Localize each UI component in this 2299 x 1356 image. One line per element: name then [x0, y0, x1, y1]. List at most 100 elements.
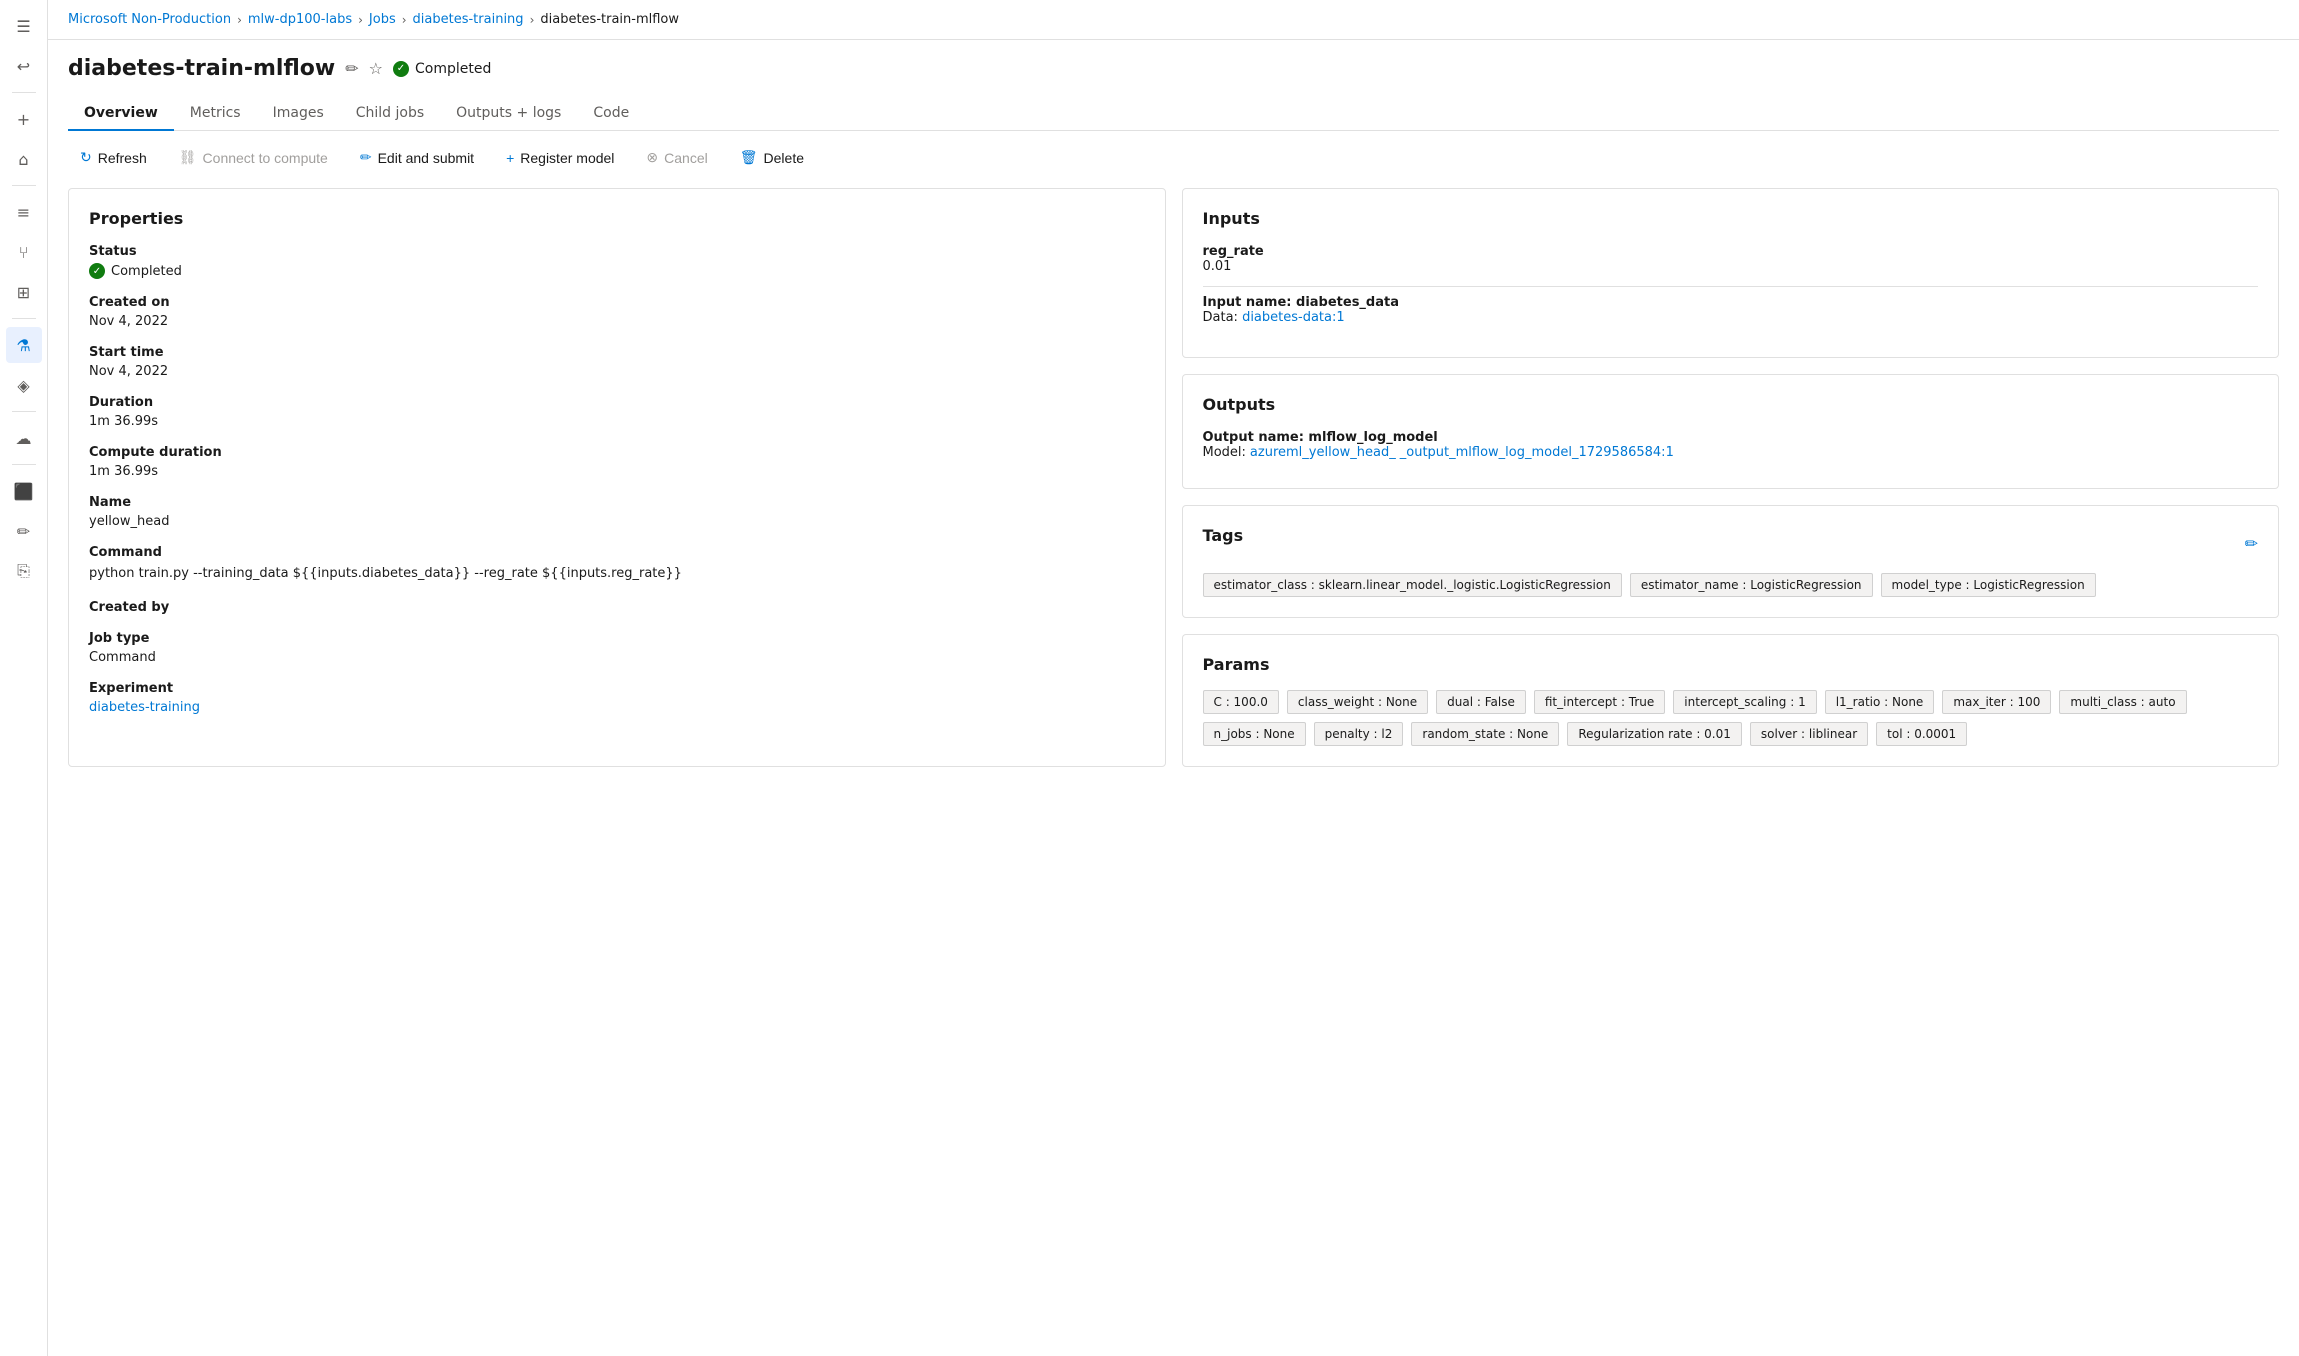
experiment-icon[interactable]: ⚗: [6, 327, 42, 363]
create-icon[interactable]: +: [6, 101, 42, 137]
breadcrumb-jobs[interactable]: Jobs: [369, 12, 396, 27]
input-data-row: Data: diabetes-data:1: [1203, 310, 2259, 325]
output-model-label: Model:: [1203, 445, 1246, 460]
param-chip-7: multi_class : auto: [2059, 690, 2186, 714]
tab-child-jobs[interactable]: Child jobs: [340, 97, 440, 131]
status-badge: ✓ Completed: [393, 61, 491, 77]
prop-status: Status ✓ Completed: [89, 244, 1145, 279]
delete-icon: 🗑: [740, 149, 758, 166]
output-icon[interactable]: ⎘: [6, 553, 42, 589]
page-content: diabetes-train-mlflow ✏ ☆ ✓ Completed Ov…: [48, 40, 2299, 1356]
tags-edit-icon[interactable]: ✏: [2245, 534, 2258, 553]
page-title: diabetes-train-mlflow: [68, 56, 335, 81]
register-label: Register model: [520, 150, 614, 166]
delete-label: Delete: [764, 150, 804, 166]
prop-name-label: Name: [89, 495, 1145, 510]
param-chip-13: tol : 0.0001: [1876, 722, 1967, 746]
prop-command-label: Command: [89, 545, 1145, 560]
favorite-star-icon[interactable]: ☆: [369, 59, 383, 78]
prop-experiment-label: Experiment: [89, 681, 1145, 696]
prop-status-icon: ✓: [89, 263, 105, 279]
edit2-icon[interactable]: ✏: [6, 513, 42, 549]
prop-compute-duration-label: Compute duration: [89, 445, 1145, 460]
param-chip-12: solver : liblinear: [1750, 722, 1868, 746]
breadcrumb-sep-3: ›: [402, 13, 407, 27]
prop-created-value: Nov 4, 2022: [89, 314, 1145, 329]
output-model-link2[interactable]: _output_mlflow_log_model_1729586584:1: [1400, 445, 1674, 460]
jobs-icon[interactable]: ≡: [6, 194, 42, 230]
prop-created-by-label: Created by: [89, 600, 1145, 615]
edit-submit-icon: ✏: [360, 149, 372, 166]
prop-compute-duration: Compute duration 1m 36.99s: [89, 445, 1145, 479]
cluster-icon[interactable]: ⊞: [6, 274, 42, 310]
prop-experiment-value[interactable]: diabetes-training: [89, 700, 1145, 715]
home-icon[interactable]: ⌂: [6, 141, 42, 177]
tag-chip-2: model_type : LogisticRegression: [1881, 573, 2096, 597]
prop-status-label: Status: [89, 244, 1145, 259]
delete-button[interactable]: 🗑 Delete: [728, 143, 816, 172]
tab-code[interactable]: Code: [577, 97, 645, 131]
refresh-icon: ↻: [80, 149, 92, 166]
param-chip-11: Regularization rate : 0.01: [1567, 722, 1742, 746]
param-chip-1: class_weight : None: [1287, 690, 1428, 714]
outputs-title: Outputs: [1203, 395, 2259, 414]
register-model-button[interactable]: + Register model: [494, 144, 626, 172]
prop-job-type: Job type Command: [89, 631, 1145, 665]
output-model-link1[interactable]: azureml_yellow_head_: [1250, 445, 1396, 460]
params-chips: C : 100.0 class_weight : None dual : Fal…: [1203, 690, 2259, 746]
tab-outputs-logs[interactable]: Outputs + logs: [440, 97, 577, 131]
register-icon: +: [506, 150, 514, 166]
edit-submit-label: Edit and submit: [378, 150, 475, 166]
refresh-button[interactable]: ↻ Refresh: [68, 143, 159, 172]
connect-label: Connect to compute: [203, 150, 328, 166]
sidebar: ☰ ↩ + ⌂ ≡ ⑂ ⊞ ⚗ ◈ ☁ ⬛ ✏ ⎘: [0, 0, 48, 1356]
monitor-icon[interactable]: ⬛: [6, 473, 42, 509]
input-diabetes-label: Input name: diabetes_data: [1203, 295, 2259, 310]
prop-job-type-value: Command: [89, 650, 1145, 665]
status-label: Completed: [415, 61, 491, 77]
breadcrumb-microsoft[interactable]: Microsoft Non-Production: [68, 12, 231, 27]
breadcrumb-experiment[interactable]: diabetes-training: [413, 12, 524, 27]
tags-card: Tags ✏ estimator_class : sklearn.linear_…: [1182, 505, 2280, 618]
cancel-label: Cancel: [664, 150, 708, 166]
breadcrumb-workspace[interactable]: mlw-dp100-labs: [248, 12, 352, 27]
prop-status-value: ✓ Completed: [89, 263, 1145, 279]
page-header: diabetes-train-mlflow ✏ ☆ ✓ Completed: [68, 56, 2279, 81]
tab-metrics[interactable]: Metrics: [174, 97, 257, 131]
toolbar: ↻ Refresh ⛓ Connect to compute ✏ Edit an…: [68, 143, 2279, 172]
prop-name-value: yellow_head: [89, 514, 1145, 529]
cancel-button[interactable]: ⊗ Cancel: [634, 143, 719, 172]
prop-compute-duration-value: 1m 36.99s: [89, 464, 1145, 479]
cloud-icon[interactable]: ☁: [6, 420, 42, 456]
connect-icon: ⛓: [179, 149, 197, 166]
back-icon[interactable]: ↩: [6, 48, 42, 84]
prop-name: Name yellow_head: [89, 495, 1145, 529]
connect-compute-button[interactable]: ⛓ Connect to compute: [167, 143, 340, 172]
output-mlflow: Output name: mlflow_log_model Model: azu…: [1203, 430, 2259, 460]
outputs-card: Outputs Output name: mlflow_log_model Mo…: [1182, 374, 2280, 489]
menu-icon[interactable]: ☰: [6, 8, 42, 44]
prop-experiment: Experiment diabetes-training: [89, 681, 1145, 715]
input-diabetes-data: Input name: diabetes_data Data: diabetes…: [1203, 295, 2259, 325]
prop-created-by: Created by: [89, 600, 1145, 615]
input-reg-rate-label: reg_rate: [1203, 244, 2259, 259]
inputs-title: Inputs: [1203, 209, 2259, 228]
input-data-link[interactable]: diabetes-data:1: [1242, 310, 1345, 325]
param-chip-4: intercept_scaling : 1: [1673, 690, 1816, 714]
refresh-label: Refresh: [98, 150, 147, 166]
deploy-icon[interactable]: ◈: [6, 367, 42, 403]
pipeline-icon[interactable]: ⑂: [6, 234, 42, 270]
tag-chip-1: estimator_name : LogisticRegression: [1630, 573, 1873, 597]
tab-overview[interactable]: Overview: [68, 97, 174, 131]
right-panel: Inputs reg_rate 0.01 Input name: diabete…: [1182, 188, 2280, 767]
status-completed-icon: ✓: [393, 61, 409, 77]
tab-images[interactable]: Images: [257, 97, 340, 131]
properties-title: Properties: [89, 209, 1145, 228]
edit-submit-button[interactable]: ✏ Edit and submit: [348, 143, 486, 172]
inputs-card: Inputs reg_rate 0.01 Input name: diabete…: [1182, 188, 2280, 358]
inputs-divider: [1203, 286, 2259, 287]
edit-pencil-icon[interactable]: ✏: [345, 59, 358, 78]
main-content: Microsoft Non-Production › mlw-dp100-lab…: [48, 0, 2299, 1356]
prop-start-label: Start time: [89, 345, 1145, 360]
prop-command-value: python train.py --training_data ${{input…: [89, 564, 1145, 584]
